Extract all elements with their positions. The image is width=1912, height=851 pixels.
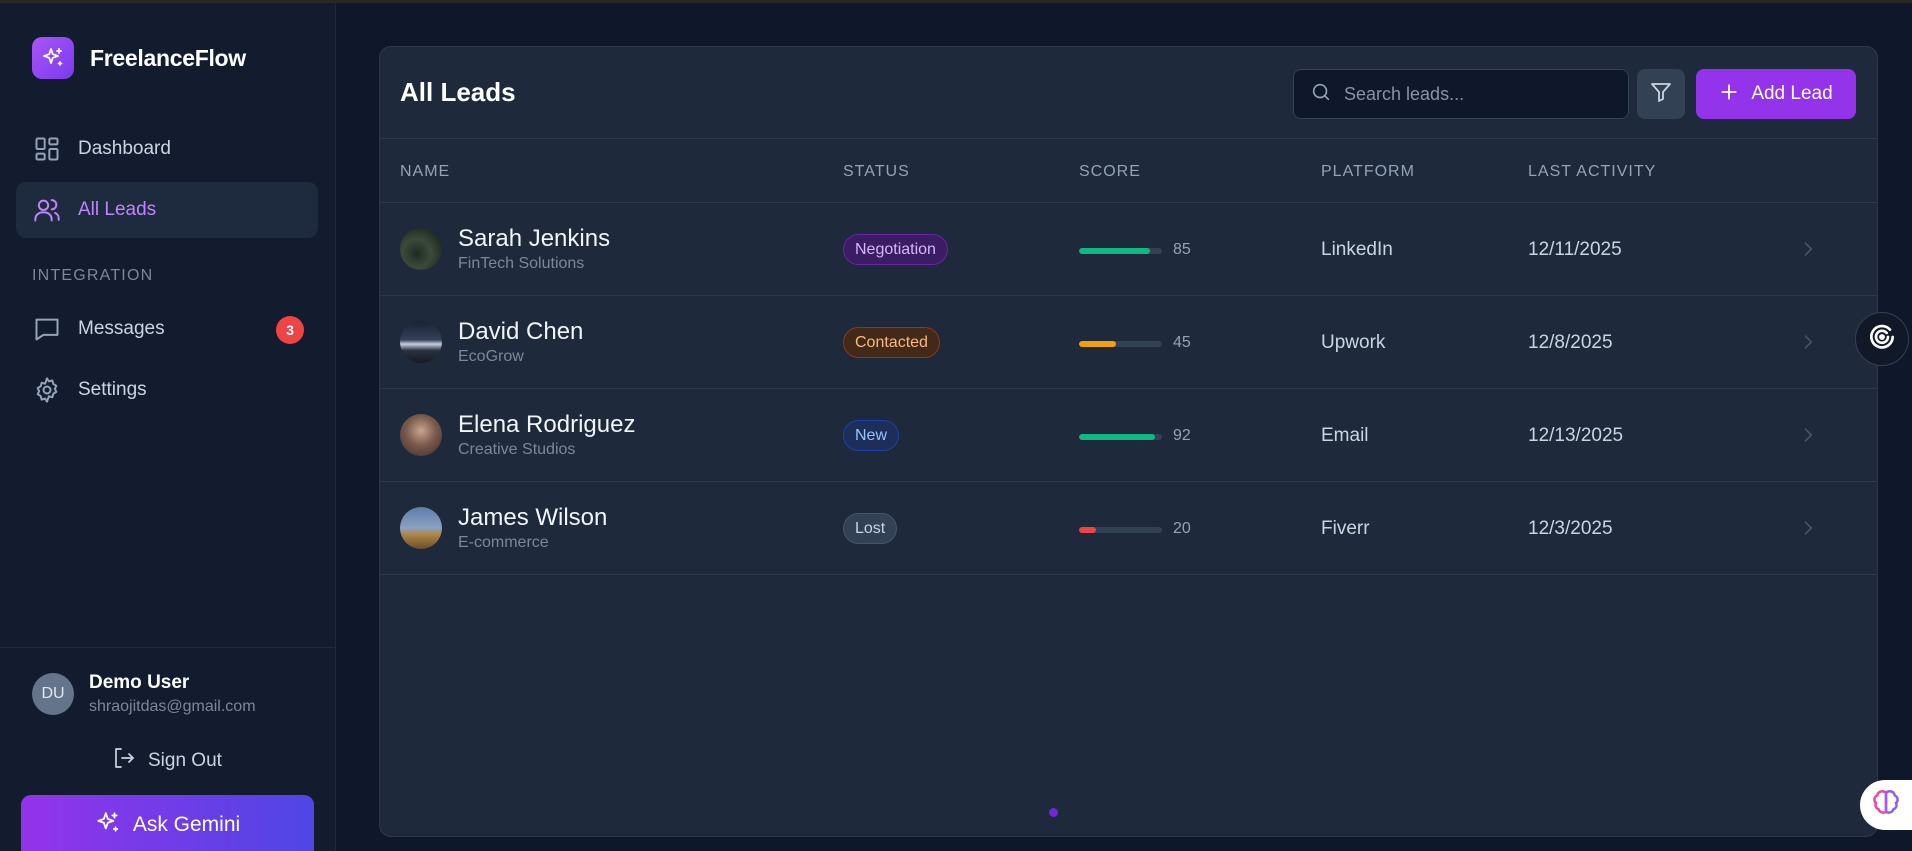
column-header-platform[interactable]: PLATFORM [1321,163,1415,181]
sidebar-item-label: Settings [78,379,147,400]
sidebar: FreelanceFlow Dashboard All Leads INTEGR… [0,3,336,851]
users-icon [32,195,62,225]
status-badge: Contacted [843,327,940,358]
logout-icon [112,746,136,775]
score-value: 20 [1173,520,1191,537]
lead-platform: Upwork [1321,332,1386,353]
sidebar-item-dashboard[interactable]: Dashboard [16,121,318,177]
add-lead-button[interactable]: Add Lead [1696,69,1856,119]
chevron-right-icon[interactable] [1798,425,1818,450]
table-header: NAME STATUS SCORE PLATFORM LAST ACTIVITY [380,139,1877,203]
lead-company: Creative Studios [458,441,576,458]
add-lead-label: Add Lead [1751,83,1833,104]
lead-company: FinTech Solutions [458,255,585,272]
avatar [400,321,442,363]
gear-icon [32,375,62,405]
column-header-name[interactable]: NAME [400,163,450,181]
brain-icon [1871,788,1901,823]
filter-button[interactable] [1637,69,1685,119]
search-icon [1310,81,1332,108]
sidebar-item-label: Dashboard [78,138,171,159]
lead-last-activity: 12/3/2025 [1528,518,1613,539]
sidebar-item-all-leads[interactable]: All Leads [16,182,318,238]
lead-name: David Chen [458,318,584,345]
score-bar [1079,434,1162,440]
lead-platform: LinkedIn [1321,239,1393,260]
lead-name: Sarah Jenkins [458,225,611,252]
lead-last-activity: 12/13/2025 [1528,425,1624,446]
status-badge: Negotiation [843,234,948,265]
status-badge: New [843,420,900,451]
score-bar-fill [1079,248,1150,254]
lead-last-activity: 12/11/2025 [1528,239,1622,260]
card-header: All Leads Add Lead [380,47,1877,139]
unread-count-badge: 3 [276,316,304,344]
score-bar [1079,341,1162,347]
user-name: Demo User [89,672,190,693]
lead-platform: Email [1321,425,1369,446]
avatar [400,228,442,270]
dashboard-icon [32,134,62,164]
lead-name: Elena Rodriguez [458,411,636,438]
chevron-right-icon[interactable] [1798,518,1818,543]
avatar [400,414,442,456]
sign-out-label: Sign Out [148,749,222,771]
message-icon [32,314,62,344]
column-header-score[interactable]: SCORE [1079,163,1141,181]
chevron-right-icon[interactable] [1798,239,1818,264]
brand[interactable]: FreelanceFlow [32,37,246,79]
score-bar [1079,527,1162,533]
table-row[interactable]: Sarah Jenkins FinTech Solutions Negotiat… [380,203,1877,296]
sparkles-logo-icon [32,37,74,79]
chevron-right-icon[interactable] [1798,332,1818,357]
ask-gemini-button[interactable]: Ask Gemini [21,795,314,851]
sign-out-button[interactable]: Sign Out [112,746,222,775]
column-header-last-activity[interactable]: LAST ACTIVITY [1528,163,1656,181]
score-value: 92 [1173,427,1191,444]
lead-last-activity: 12/8/2025 [1528,332,1613,353]
lead-company: E-commerce [458,534,549,551]
table-row[interactable]: James Wilson E-commerce Lost 20 Fiverr 1… [380,482,1877,575]
status-badge: Lost [843,513,898,544]
brain-extension-button[interactable] [1860,780,1912,830]
score-bar-fill [1079,341,1117,347]
leads-card: All Leads Add Lead [379,46,1878,837]
sidebar-item-label: All Leads [78,199,157,220]
search-input[interactable] [1344,83,1614,105]
assistant-widget-button[interactable] [1855,312,1909,366]
app-name: FreelanceFlow [90,44,246,71]
assistant-icon [1866,321,1898,358]
user-email: shraojitdas@gmail.com [89,698,256,715]
lead-company: EcoGrow [458,348,524,365]
lead-name: James Wilson [458,504,608,531]
lead-platform: Fiverr [1321,518,1370,539]
sidebar-item-settings[interactable]: Settings [16,362,318,418]
score-value: 45 [1173,334,1191,351]
avatar [400,507,442,549]
table-row[interactable]: Elena Rodriguez Creative Studios New 92 … [380,389,1877,482]
plus-icon [1719,82,1739,107]
loading-dot [1049,808,1058,817]
score-bar [1079,248,1162,254]
sidebar-item-messages[interactable]: Messages 3 [16,301,318,357]
score-bar-fill [1079,434,1156,440]
sparkles-icon [95,810,121,841]
column-header-status[interactable]: STATUS [843,163,910,181]
search-box[interactable] [1293,69,1629,119]
score-value: 85 [1173,241,1191,258]
ask-gemini-label: Ask Gemini [132,813,241,836]
filter-icon [1649,80,1673,109]
section-label-integration: INTEGRATION [32,267,154,284]
divider [0,647,336,648]
page-title: All Leads [400,77,516,107]
score-bar-fill [1079,527,1096,533]
table-row[interactable]: David Chen EcoGrow Contacted 45 Upwork 1… [380,296,1877,389]
sidebar-item-label: Messages [78,318,165,339]
avatar: DU [32,673,74,715]
